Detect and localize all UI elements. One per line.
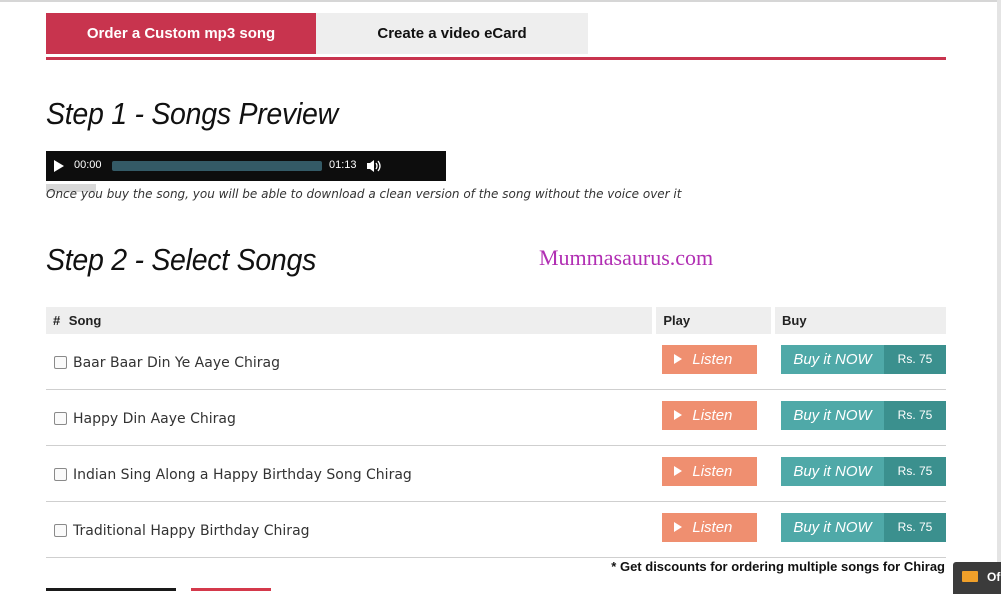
listen-label: Listen xyxy=(692,407,733,424)
buy-label: Buy it NOW xyxy=(793,519,872,536)
buy-label: Buy it NOW xyxy=(793,407,872,424)
song-cell: Traditional Happy Birthday Chirag xyxy=(46,501,655,558)
header-play: Play xyxy=(652,307,773,334)
discount-note: * Get discounts for ordering multiple so… xyxy=(611,559,945,574)
volume-icon[interactable] xyxy=(366,159,382,173)
current-time: 00:00 xyxy=(74,159,102,171)
song-checkbox[interactable] xyxy=(54,524,67,537)
song-checkbox[interactable] xyxy=(54,468,67,481)
seek-bar[interactable] xyxy=(112,161,322,171)
total-value-fragment xyxy=(191,588,271,591)
song-cell: Indian Sing Along a Happy Birthday Song … xyxy=(46,445,655,502)
duration: 01:13 xyxy=(329,159,357,171)
song-checkbox[interactable] xyxy=(54,356,67,369)
listen-label: Listen xyxy=(692,463,733,480)
song-name: Happy Din Aaye Chirag xyxy=(73,410,236,427)
table-row: Indian Sing Along a Happy Birthday Song … xyxy=(46,445,946,502)
play-cell: Listen xyxy=(654,389,773,446)
step2-heading: Step 2 - Select Songs xyxy=(46,242,317,277)
scrollbar[interactable] xyxy=(997,0,1001,594)
header-song: Song xyxy=(68,307,655,334)
song-name: Indian Sing Along a Happy Birthday Song … xyxy=(73,466,412,483)
buy-label: Buy it NOW xyxy=(793,463,872,480)
play-icon xyxy=(674,466,683,476)
buy-button[interactable]: Buy it NOW Rs. 75 xyxy=(781,513,946,542)
table-row: Baar Baar Din Ye Aaye Chirag Listen Buy … xyxy=(46,334,946,390)
play-icon[interactable] xyxy=(54,160,64,172)
buy-button[interactable]: Buy it NOW Rs. 75 xyxy=(781,457,946,486)
tab-bar: Order a Custom mp3 song Create a video e… xyxy=(46,13,946,60)
play-cell: Listen xyxy=(654,501,773,558)
song-name: Baar Baar Din Ye Aaye Chirag xyxy=(73,354,280,371)
buy-cell: Buy it NOW Rs. 75 xyxy=(773,389,946,446)
play-icon xyxy=(674,410,683,420)
song-cell: Baar Baar Din Ye Aaye Chirag xyxy=(46,334,655,390)
play-cell: Listen xyxy=(654,445,773,502)
listen-button[interactable]: Listen xyxy=(662,401,758,430)
top-border xyxy=(0,0,1001,2)
songs-table: # Song Play Buy Baar Baar Din Ye Aaye Ch… xyxy=(46,307,946,558)
download-note: Once you buy the song, you will be able … xyxy=(46,187,682,201)
buy-cell: Buy it NOW Rs. 75 xyxy=(773,501,946,558)
song-checkbox[interactable] xyxy=(54,412,67,425)
total-strip xyxy=(46,588,286,594)
audio-player[interactable]: 00:00 01:13 xyxy=(46,151,446,181)
play-cell: Listen xyxy=(654,334,773,390)
buy-button[interactable]: Buy it NOW Rs. 75 xyxy=(781,401,946,430)
price: Rs. 75 xyxy=(884,513,946,542)
total-label-fragment xyxy=(46,588,176,591)
header-buy: Buy xyxy=(771,307,946,334)
table-row: Happy Din Aaye Chirag Listen Buy it NOW R… xyxy=(46,389,946,446)
buy-label: Buy it NOW xyxy=(793,351,872,368)
buy-cell: Buy it NOW Rs. 75 xyxy=(773,445,946,502)
song-name: Traditional Happy Birthday Chirag xyxy=(73,522,310,539)
header-num: # xyxy=(46,307,69,334)
step1-heading: Step 1 - Songs Preview xyxy=(46,96,338,131)
chat-widget[interactable]: Of xyxy=(953,562,1001,594)
listen-button[interactable]: Listen xyxy=(662,457,758,486)
buy-button[interactable]: Buy it NOW Rs. 75 xyxy=(781,345,946,374)
listen-label: Listen xyxy=(692,519,733,536)
buy-cell: Buy it NOW Rs. 75 xyxy=(773,334,946,390)
chat-widget-label: Of xyxy=(987,570,1001,584)
mail-icon xyxy=(962,571,978,582)
listen-button[interactable]: Listen xyxy=(662,345,758,374)
listen-button[interactable]: Listen xyxy=(662,513,758,542)
table-header: # Song Play Buy xyxy=(46,307,946,334)
watermark: Mummasaurus.com xyxy=(539,245,714,270)
tab-order-mp3[interactable]: Order a Custom mp3 song xyxy=(46,13,316,54)
listen-label: Listen xyxy=(692,351,733,368)
tab-video-ecard[interactable]: Create a video eCard xyxy=(316,13,588,54)
price: Rs. 75 xyxy=(884,401,946,430)
table-row: Traditional Happy Birthday Chirag Listen… xyxy=(46,501,946,558)
play-icon xyxy=(674,522,683,532)
play-icon xyxy=(674,354,683,364)
price: Rs. 75 xyxy=(884,345,946,374)
price: Rs. 75 xyxy=(884,457,946,486)
song-cell: Happy Din Aaye Chirag xyxy=(46,389,655,446)
